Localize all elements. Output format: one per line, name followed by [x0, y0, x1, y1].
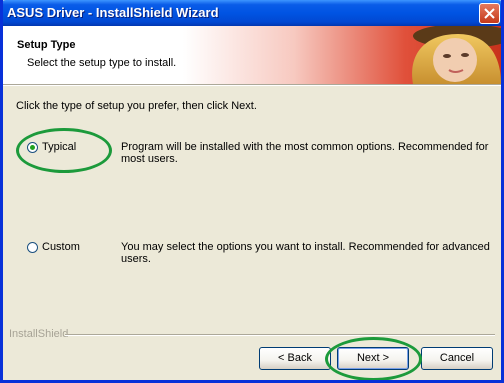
custom-radio[interactable] — [27, 242, 38, 253]
footer-divider — [65, 334, 495, 336]
custom-label[interactable]: Custom — [42, 241, 80, 253]
header-title: Setup Type — [17, 39, 76, 51]
close-button[interactable] — [479, 3, 500, 24]
back-button[interactable]: < Back — [259, 347, 331, 370]
window-title: ASUS Driver - InstallShield Wizard — [7, 5, 219, 20]
title-bar[interactable]: ASUS Driver - InstallShield Wizard — [3, 0, 501, 26]
radio-selected-dot — [30, 145, 35, 150]
wizard-header: Setup Type Select the setup type to inst… — [3, 26, 501, 84]
installshield-label: InstallShield — [9, 328, 69, 340]
next-button[interactable]: Next > — [337, 347, 409, 370]
typical-radio[interactable] — [27, 142, 38, 153]
header-artwork — [183, 26, 501, 84]
typical-description: Program will be installed with the most … — [121, 141, 489, 165]
wizard-window: ASUS Driver - InstallShield Wizard Setup… — [0, 0, 504, 383]
custom-description: You may select the options you want to i… — [121, 241, 490, 265]
header-divider — [3, 84, 501, 86]
typical-label[interactable]: Typical — [42, 141, 76, 153]
instruction-text: Click the type of setup you prefer, then… — [16, 100, 257, 112]
header-subtitle: Select the setup type to install. — [27, 57, 177, 69]
cancel-button[interactable]: Cancel — [421, 347, 493, 370]
